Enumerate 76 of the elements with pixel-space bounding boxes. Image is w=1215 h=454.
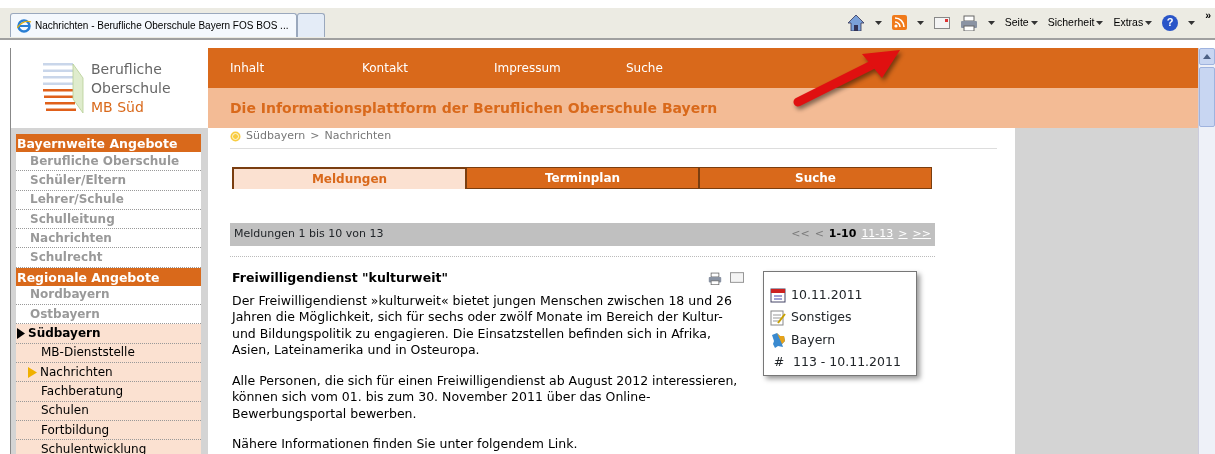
sidebar-subitem[interactable]: Schulen: [16, 401, 201, 421]
logo-text: Oberschule: [91, 78, 171, 98]
printer-icon[interactable]: [708, 271, 722, 285]
article-paragraph: Der Freiwilligendienst »kulturweit« bietet jungen Menschen zwischen 18 und 26 Jahren die Möglichkeit, sich für sechs oder zwölf Monate im Bereich der Kultur- und Bildungspolitik zu engagieren. Die Einsatzstellen befinden sich in Afrika, Asien, Lateinamerika und in Osteuropa.: [232, 292, 733, 359]
breadcrumb-separator: >: [310, 127, 320, 144]
sidebar-subitem[interactable]: Fortbildung: [16, 420, 201, 441]
tab[interactable]: Meldungen: [232, 167, 466, 189]
toolbar-menu[interactable]: Sicherheit: [1047, 14, 1104, 31]
caret-icon: [916, 20, 924, 25]
breadcrumb-link[interactable]: Südbayern: [246, 127, 306, 145]
logo-text: MB Süd: [91, 97, 145, 117]
page-link[interactable]: >>: [912, 226, 931, 243]
scrollbar[interactable]: [1198, 48, 1215, 454]
sidebar-subitem[interactable]: MB-Dienststelle: [16, 343, 201, 363]
rss-icon: [891, 15, 907, 30]
caret-icon: [1096, 20, 1104, 25]
caret-icon: [1145, 20, 1153, 25]
caret-icon: [1188, 20, 1196, 25]
mail-icon[interactable]: [730, 271, 744, 283]
printer-icon: [959, 14, 978, 31]
caret-icon: [987, 20, 995, 25]
tab[interactable]: Terminplan: [466, 167, 699, 189]
home-icon: [846, 14, 865, 31]
sidebar-item[interactable]: Ostbayern: [16, 305, 201, 325]
article-title: Freiwilligendienst "kulturweit": [232, 269, 448, 287]
sidebar-item[interactable]: Südbayern: [16, 324, 201, 344]
page-link[interactable]: 11-13: [861, 226, 894, 243]
info-text: 113 - 10.11.2011: [793, 353, 901, 372]
hash-icon: #: [770, 353, 788, 373]
browser-logo-icon: [17, 18, 31, 33]
nav-link[interactable]: Suche: [626, 59, 758, 77]
nav-link[interactable]: Kontakt: [362, 59, 494, 77]
map-icon: [770, 332, 786, 349]
sidebar-heading: Bayernweite Angebote: [16, 134, 201, 152]
help-icon: ?: [1162, 14, 1179, 31]
toolbar-menu[interactable]: Extras: [1113, 14, 1153, 31]
logo-text: Berufliche: [91, 59, 163, 79]
more-tools-button[interactable]: »: [1205, 8, 1211, 24]
notepad-icon: [770, 309, 786, 326]
sidebar-subitem[interactable]: Fachberatung: [16, 382, 201, 402]
caret-icon: [874, 20, 882, 25]
browser-tab[interactable]: Nachrichten - Berufliche Oberschule Bayern FOS BOS ...: [10, 13, 297, 37]
info-text: 10.11.2011: [791, 285, 863, 304]
info-text: Sonstiges: [791, 308, 852, 327]
article-paragraph: Nähere Informationen finden Sie unter folgendem Link.: [232, 436, 579, 453]
help-button[interactable]: ?: [1162, 14, 1196, 31]
page-link[interactable]: 1-10: [828, 226, 857, 243]
caret-icon: [1030, 20, 1038, 25]
arrow-up-icon: [1203, 54, 1211, 59]
site-title: Die Informationsplattform der Beruflichen Oberschule Bayern: [208, 88, 1198, 128]
rss-button[interactable]: [891, 14, 924, 31]
arrow-right-icon: [17, 328, 25, 339]
article-paragraph: Alle Personen, die sich für einen Freiwilligendienst ab August 2012 interessieren, können sich vom 01. bis zum 30. November 2011 über das Online-Bewerbungsportal bewerben.: [232, 372, 739, 423]
print-button[interactable]: [959, 14, 995, 31]
calendar-icon: [770, 287, 786, 304]
breadcrumb-link[interactable]: Nachrichten: [324, 127, 392, 145]
scroll-up-button[interactable]: [1199, 48, 1215, 65]
sidebar-item[interactable]: Schulleitung: [16, 209, 201, 230]
sidebar-item[interactable]: Schüler/Eltern: [16, 171, 201, 191]
scrollbar-thumb[interactable]: [1199, 67, 1215, 127]
sidebar-item[interactable]: Schulrecht: [16, 248, 201, 268]
sidebar-item[interactable]: Lehrer/Schule: [16, 190, 201, 210]
toolbar-menu[interactable]: Seite: [1004, 14, 1038, 31]
info-text: Bayern: [791, 330, 836, 349]
mail-button[interactable]: [933, 16, 950, 29]
nav-link[interactable]: Impressum: [494, 59, 626, 77]
mail-icon: [933, 16, 950, 29]
sidebar-item[interactable]: Berufliche Oberschule: [16, 152, 201, 172]
home-button[interactable]: [846, 14, 882, 31]
sidebar-subitem[interactable]: Nachrichten: [16, 362, 201, 383]
sidebar-item[interactable]: Nachrichten: [16, 229, 201, 249]
sidebar-item[interactable]: Nordbayern: [16, 285, 201, 306]
page-link[interactable]: >: [898, 226, 908, 243]
pager-summary: Meldungen 1 bis 10 von 13: [234, 226, 384, 243]
nav-link[interactable]: Inhalt: [230, 59, 362, 77]
tab[interactable]: Suche: [699, 167, 932, 189]
